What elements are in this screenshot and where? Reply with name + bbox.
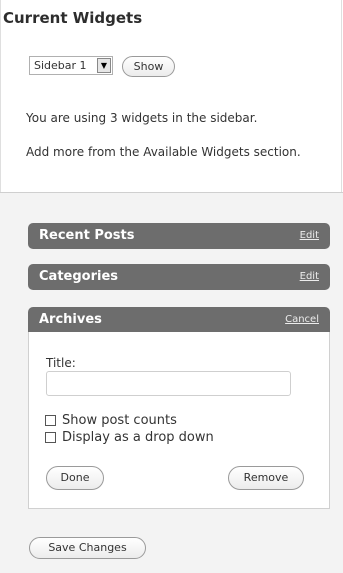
show-post-counts-label: Show post counts	[62, 413, 177, 428]
display-dropdown-checkbox[interactable]	[45, 432, 56, 443]
sidebar-select-value: Sidebar 1	[34, 59, 87, 72]
sidebar-select[interactable]: Sidebar 1 ▼	[29, 56, 113, 75]
widget-name: Categories	[39, 269, 119, 284]
done-button[interactable]: Done	[46, 466, 104, 490]
display-dropdown-label: Display as a drop down	[62, 430, 214, 445]
display-dropdown-option[interactable]: Display as a drop down	[45, 430, 214, 445]
show-button[interactable]: Show	[122, 56, 175, 77]
chevron-down-icon[interactable]: ▼	[97, 58, 111, 73]
widget-categories[interactable]: Categories Edit	[28, 264, 330, 290]
widget-name: Recent Posts	[39, 228, 135, 243]
widget-archives[interactable]: Archives Cancel	[28, 307, 330, 333]
widget-name: Archives	[39, 312, 102, 327]
widget-recent-posts[interactable]: Recent Posts Edit	[28, 223, 330, 249]
archives-widget-form: Title: Show post counts Display as a dro…	[28, 332, 330, 509]
cancel-link[interactable]: Cancel	[285, 314, 319, 325]
widget-count-text: You are using 3 widgets in the sidebar.	[26, 111, 258, 125]
show-post-counts-option[interactable]: Show post counts	[45, 413, 177, 428]
edit-link[interactable]: Edit	[300, 230, 319, 241]
title-input[interactable]	[46, 371, 291, 396]
remove-button[interactable]: Remove	[228, 466, 304, 490]
show-post-counts-checkbox[interactable]	[45, 415, 56, 426]
add-more-text: Add more from the Available Widgets sect…	[26, 145, 301, 159]
page-title: Current Widgets	[3, 9, 143, 27]
edit-link[interactable]: Edit	[300, 271, 319, 282]
save-changes-button[interactable]: Save Changes	[29, 537, 146, 559]
title-label: Title:	[46, 356, 76, 370]
